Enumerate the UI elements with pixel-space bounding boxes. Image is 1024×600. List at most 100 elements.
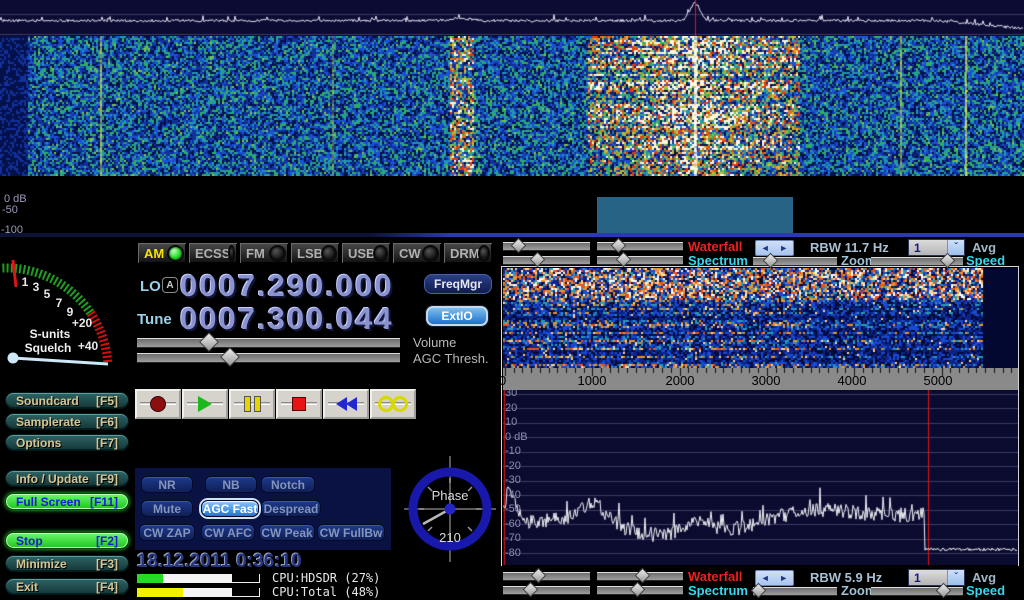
tune-frequency-display[interactable]: 0007.300.044 — [180, 301, 394, 337]
zoom-tick-label: 1000 — [562, 373, 622, 388]
exit-button[interactable]: Exit [F4] — [5, 578, 129, 595]
chevron-down-icon[interactable]: ˇ — [947, 240, 964, 255]
mode-button-fm[interactable]: FM — [239, 242, 289, 264]
freq-tick-label: 7275 — [175, 179, 235, 195]
play-button[interactable] — [182, 389, 228, 419]
mute-button[interactable]: Mute — [141, 500, 193, 517]
lo-frequency-display[interactable]: 0007.290.000 — [180, 268, 394, 304]
spectrum-upper-slider-2[interactable] — [503, 586, 590, 595]
mode-label: DRM — [450, 246, 480, 261]
mode-led — [230, 247, 233, 260]
button-key: [F4] — [96, 580, 118, 594]
rbw-spinner[interactable]: ◄► — [755, 240, 794, 256]
phase-dial: Phase 210 — [402, 452, 498, 564]
freqmgr-button[interactable]: FreqMgr — [424, 274, 492, 294]
button-label: Exit — [16, 580, 38, 594]
lo-a-badge[interactable]: A — [162, 277, 178, 293]
notch-button[interactable]: Notch — [261, 476, 315, 493]
avg-dropdown[interactable]: 1 ˇ — [908, 239, 965, 256]
mode-led — [375, 247, 386, 260]
zoom-waterfall-display[interactable] — [503, 268, 1018, 368]
zoom-slider-right-2[interactable] — [871, 587, 963, 596]
passband-selection[interactable] — [597, 197, 793, 233]
record-button[interactable] — [135, 389, 181, 419]
pause-button[interactable] — [229, 389, 275, 419]
extio-button[interactable]: ExtIO — [426, 306, 488, 326]
freq-tick-label: 7270 — [77, 179, 137, 195]
lo-label: LO — [140, 278, 161, 295]
chevron-down-icon[interactable]: ˇ — [947, 570, 964, 585]
cw-zap-button[interactable]: CW ZAP — [139, 524, 195, 541]
slider-thumb[interactable] — [629, 582, 645, 598]
button-label: Soundcard — [16, 394, 79, 408]
spectrum-label-2: Spectrum — [688, 583, 748, 598]
minimize-button[interactable]: Minimize [F3] — [5, 555, 129, 572]
agc-fast-button[interactable]: AGC Fast — [201, 500, 259, 517]
nr-button[interactable]: NR — [141, 476, 193, 493]
slider-thumb[interactable] — [511, 238, 527, 254]
spectrum-lower-slider-2[interactable] — [597, 586, 683, 595]
cpu-bar-bracket — [232, 588, 260, 597]
cw-fullbw-button[interactable]: CW FullBw — [317, 524, 385, 541]
mode-button-drm[interactable]: DRM — [443, 242, 493, 264]
samplerate-button[interactable]: Samplerate [F6] — [5, 413, 129, 430]
slider-thumb[interactable] — [523, 582, 539, 598]
info-update-button[interactable]: Info / Update [F9] — [5, 470, 129, 487]
mode-button-usb[interactable]: USB — [341, 242, 391, 264]
agc-thresh-label: AGC Thresh. — [413, 351, 489, 366]
fullscreen-button[interactable]: Full Screen [F11] — [5, 493, 129, 510]
options-button[interactable]: Options [F7] — [5, 434, 129, 451]
waterfall-lower-slider[interactable] — [597, 242, 683, 251]
soundcard-button[interactable]: Soundcard [F5] — [5, 392, 129, 409]
slider-thumb[interactable] — [616, 252, 632, 268]
avg-dropdown-2[interactable]: 1 ˇ — [908, 569, 965, 586]
db-label: 20 — [505, 402, 541, 414]
cw-peak-button[interactable]: CW Peak — [259, 524, 315, 541]
phase-value: 210 — [439, 530, 461, 545]
mode-button-lsb[interactable]: LSB — [290, 242, 340, 264]
rewind-button[interactable] — [323, 389, 369, 419]
mode-button-cw[interactable]: CW — [392, 242, 442, 264]
waterfall-upper-slider[interactable] — [503, 242, 590, 251]
nb-button[interactable]: NB — [205, 476, 257, 493]
button-key: [F7] — [96, 436, 118, 450]
freq-tick-label: 7315 — [959, 179, 1019, 195]
zoom-slider-left[interactable] — [753, 257, 837, 266]
slider-thumb[interactable] — [530, 252, 546, 268]
waterfall-upper-slider-2[interactable] — [503, 572, 590, 581]
zoom-spectrum-display[interactable] — [503, 390, 1018, 565]
mode-button-am[interactable]: AM — [137, 242, 187, 264]
zoom-slider-left-2[interactable] — [753, 587, 837, 596]
s-meter: 1 3 5 7 9 +20 +40 S-units Squelch — [0, 240, 135, 385]
slider-thumb[interactable] — [531, 568, 547, 584]
button-label: Minimize — [16, 557, 67, 571]
agc-thresh-slider[interactable] — [137, 353, 400, 363]
stop-icon — [292, 397, 306, 411]
waterfall-lower-slider-2[interactable] — [597, 572, 683, 581]
stop-button[interactable]: Stop [F2] — [5, 532, 129, 549]
zoom-tick-label: 0 — [499, 373, 519, 388]
db-label: -10 — [505, 445, 541, 457]
squelch-needle[interactable] — [13, 358, 108, 364]
loop-icon — [378, 396, 408, 412]
mode-button-ecss[interactable]: ECSS — [188, 242, 238, 264]
cw-afc-button[interactable]: CW AFC — [201, 524, 255, 541]
zoom-slider-right[interactable] — [871, 257, 963, 266]
db-label: 30 — [505, 387, 541, 399]
db-label: 10 — [505, 416, 541, 428]
cpu-total-bar — [137, 588, 232, 597]
spectrum-lower-slider[interactable] — [597, 256, 683, 265]
smeter-number: +20 — [72, 316, 93, 330]
rbw-spinner-2[interactable]: ◄► — [755, 570, 794, 586]
zoom-tick-label: 2000 — [650, 373, 710, 388]
volume-slider[interactable] — [137, 338, 400, 348]
squelch-knob[interactable] — [8, 353, 19, 364]
agc-thresh-slider-thumb[interactable] — [220, 347, 240, 367]
mode-label: AM — [144, 246, 164, 261]
spectrum-upper-slider[interactable] — [503, 256, 590, 265]
loop-button[interactable] — [370, 389, 416, 419]
db-label: -20 — [505, 460, 541, 472]
stop-playback-button[interactable] — [276, 389, 322, 419]
despread-button[interactable]: Despread — [261, 500, 321, 517]
cpu-hdsdr-bar — [137, 574, 232, 583]
